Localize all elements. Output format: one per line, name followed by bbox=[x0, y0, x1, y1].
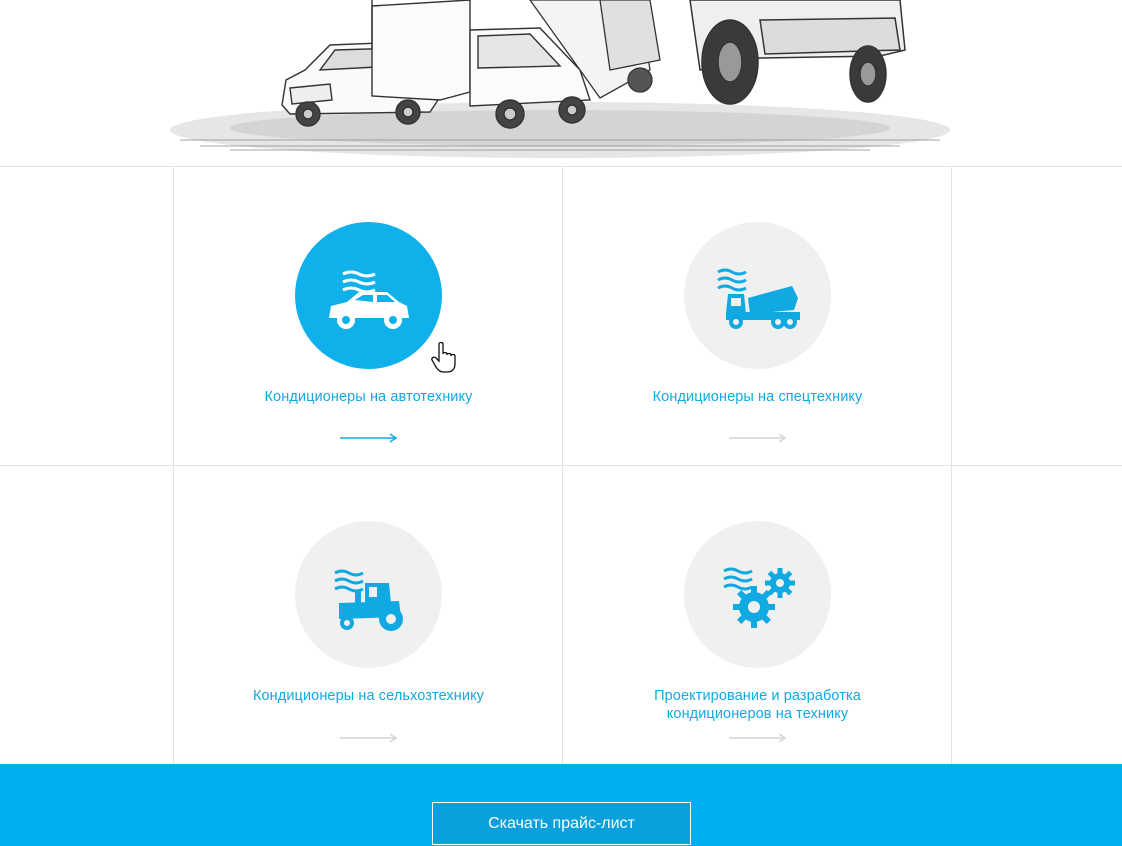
card-icon-circle[interactable] bbox=[295, 521, 442, 668]
arrow-right-icon[interactable] bbox=[340, 733, 398, 743]
hero-illustration bbox=[0, 0, 1122, 166]
card-title[interactable]: Кондиционеры на сельхозтехнику bbox=[174, 687, 563, 705]
arrow-right-icon[interactable] bbox=[729, 433, 787, 443]
card-special-conditioners[interactable]: Кондиционеры на спецтехнику bbox=[563, 167, 952, 465]
concrete-mixer-truck-icon bbox=[717, 268, 800, 329]
download-price-list-button[interactable]: Скачать прайс-лист bbox=[432, 802, 691, 845]
hand-pointer-cursor-icon bbox=[431, 342, 456, 373]
car-icon bbox=[329, 270, 409, 329]
arrow-right-icon[interactable] bbox=[729, 733, 787, 743]
card-title[interactable]: Проектирование и разработка кондиционеро… bbox=[563, 687, 952, 723]
card-title-line: Проектирование и разработка bbox=[654, 688, 861, 704]
card-auto-conditioners[interactable]: Кондиционеры на автотехнику bbox=[174, 167, 563, 465]
card-icon-circle[interactable] bbox=[684, 222, 831, 369]
card-design-development[interactable]: Проектирование и разработка кондиционеро… bbox=[563, 466, 952, 764]
tractor-icon bbox=[334, 569, 403, 631]
card-title[interactable]: Кондиционеры на автотехнику bbox=[174, 388, 563, 406]
arrow-right-icon[interactable] bbox=[340, 433, 398, 443]
footer-bar: Скачать прайс-лист bbox=[0, 764, 1122, 846]
card-title-line: кондиционеров на технику bbox=[666, 706, 849, 722]
gears-icon bbox=[723, 567, 795, 628]
card-agro-conditioners[interactable]: Кондиционеры на сельхозтехнику bbox=[174, 466, 563, 764]
vehicles-sketch-illustration bbox=[170, 0, 950, 158]
card-icon-circle[interactable] bbox=[684, 521, 831, 668]
card-title[interactable]: Кондиционеры на спецтехнику bbox=[563, 388, 952, 406]
card-icon-circle[interactable] bbox=[295, 222, 442, 369]
